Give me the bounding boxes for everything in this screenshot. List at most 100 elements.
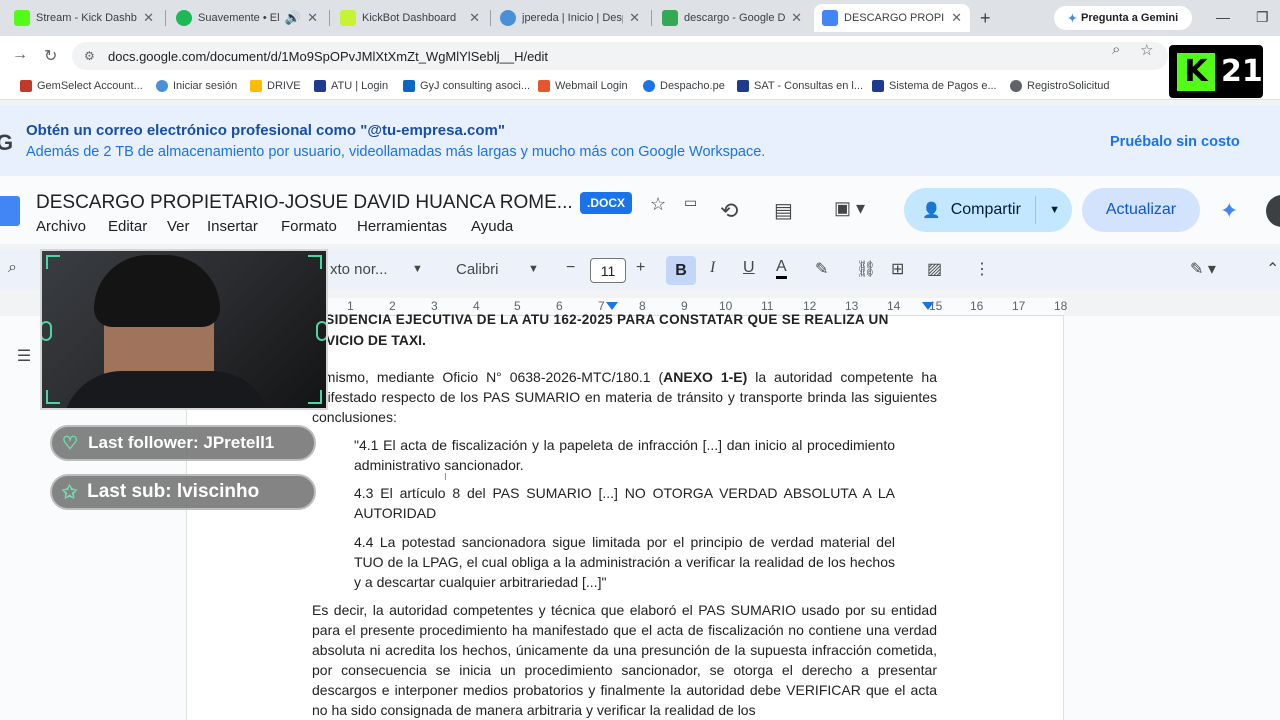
update-button[interactable]: Actualizar (1082, 188, 1200, 232)
browser-tab-spotify[interactable]: Suavemente • Elv 🔊 ✕ (168, 4, 326, 32)
address-bar-row: → ↻ ⚙ docs.google.com/document/d/1Mo9SpO… (0, 36, 1280, 76)
menu-archivo[interactable]: Archivo (36, 218, 86, 235)
menu-insertar[interactable]: Insertar (207, 218, 258, 235)
linkedin-icon (403, 80, 415, 92)
drive-icon (250, 80, 262, 92)
menu-ayuda[interactable]: Ayuda (471, 218, 513, 235)
close-icon[interactable]: ✕ (469, 10, 480, 26)
paragraph-style-select[interactable]: xto nor... (330, 261, 388, 278)
reload-icon[interactable]: ↻ (44, 46, 57, 66)
menu-formato[interactable]: Formato (281, 218, 337, 235)
increase-font-size-icon[interactable]: + (636, 259, 645, 277)
gemini-star-icon: ✦ (1067, 12, 1077, 25)
menu-herramientas[interactable]: Herramientas (357, 218, 447, 235)
close-icon[interactable]: ✕ (143, 10, 154, 26)
bookmark-item[interactable]: Iniciar sesión (156, 80, 237, 92)
close-icon[interactable]: ✕ (951, 10, 962, 26)
bookmark-favicon-icon (314, 80, 326, 92)
menu-editar[interactable]: Editar (108, 218, 147, 235)
text-color-button[interactable]: A (776, 258, 787, 279)
webcam-overlay (40, 249, 328, 410)
more-options-icon[interactable]: ⋮ (974, 259, 990, 279)
speaker-icon: 🔊 (284, 10, 302, 25)
last-follower-pill: ♡ Last follower: JPretell1 (50, 425, 316, 461)
kick-badge-overlay: K 21 (1169, 45, 1263, 98)
browser-tab-strip: Stream - Kick Dashbo ✕ Suavemente • Elv … (0, 0, 1280, 36)
right-indent-marker[interactable] (922, 302, 934, 310)
docs-header: DESCARGO PROPIETARIO-JOSUE DAVID HUANCA … (0, 176, 1280, 244)
star-icon: ✩ (62, 481, 78, 502)
restore-window-icon[interactable]: ❐ (1256, 9, 1269, 26)
chevron-down-icon[interactable]: ▼ (528, 263, 539, 275)
search-icon[interactable]: ⌕ (8, 259, 17, 277)
edit-mode-pencil-icon[interactable]: ✎ ▾ (1190, 259, 1216, 279)
kick-logo-icon: K (1177, 52, 1215, 91)
try-free-link[interactable]: Pruébalo sin costo (1110, 134, 1240, 150)
docs-icon (822, 10, 838, 26)
bookmark-favicon-icon (156, 80, 168, 92)
font-size-input[interactable]: 11 (590, 258, 626, 283)
browser-tab-jpereda[interactable]: jpereda | Inicio | Desp ✕ (492, 4, 648, 32)
bookmark-favicon-icon (643, 80, 655, 92)
bookmark-item[interactable]: SAT - Consultas en l... (737, 80, 863, 92)
version-history-icon[interactable]: ⟲ (720, 198, 738, 224)
browser-tab-kickbot[interactable]: KickBot Dashboard ✕ (332, 4, 488, 32)
bookmark-favicon-icon (538, 80, 550, 92)
forward-arrow-icon[interactable]: → (12, 46, 28, 64)
doc-paragraph-2: Es decir, la autoridad competentes y téc… (312, 602, 937, 718)
decrease-font-size-icon[interactable]: − (566, 259, 575, 277)
bookmark-item[interactable]: ATU | Login (314, 80, 388, 92)
bookmark-item[interactable]: Webmail Login (538, 80, 628, 92)
menu-ver[interactable]: Ver (167, 218, 190, 235)
minimize-window-icon[interactable]: — (1216, 9, 1230, 25)
bookmark-star-icon[interactable]: ☆ (1140, 41, 1153, 59)
meet-video-icon[interactable]: ▣ ▾ (834, 198, 865, 219)
gemini-star-icon[interactable]: ✦ (1220, 198, 1238, 224)
comments-icon[interactable]: ▤ (774, 198, 793, 223)
bookmark-item[interactable]: Despacho.pe (643, 80, 725, 92)
promo-title: Obtén un correo electrónico profesional … (26, 122, 505, 139)
bookmark-item[interactable]: GemSelect Account... (20, 80, 143, 92)
move-folder-icon[interactable]: ▭ (684, 194, 697, 211)
browser-tab-docs-active[interactable]: DESCARGO PROPIET ✕ (814, 4, 970, 32)
bookmark-item[interactable]: GyJ consulting asoci... (403, 80, 530, 92)
site-info-icon[interactable]: ⚙ (84, 49, 95, 63)
indent-marker[interactable] (606, 302, 618, 310)
close-icon[interactable]: ✕ (791, 10, 802, 26)
url-omnibox[interactable]: ⚙ docs.google.com/document/d/1Mo9SpOPvJM… (72, 42, 1168, 70)
browser-tab-kick-dashboard[interactable]: Stream - Kick Dashbo ✕ (6, 4, 162, 32)
doc-quote-4-3: 4.3 El artículo 8 del PAS SUMARIO [...] … (354, 485, 895, 521)
bold-button[interactable]: B (666, 256, 696, 285)
collapse-toolbar-icon[interactable]: ⌃ (1266, 259, 1279, 279)
italic-button[interactable]: I (710, 259, 715, 277)
text-cursor-icon: I (444, 472, 447, 483)
browser-tab-drive[interactable]: descargo - Google D ✕ (654, 4, 810, 32)
add-comment-icon[interactable]: ⊞ (891, 259, 904, 279)
font-family-select[interactable]: Calibri (456, 261, 499, 278)
star-icon[interactable]: ☆ (650, 194, 666, 215)
highlight-pen-icon[interactable]: ✎ (815, 259, 828, 279)
bookmark-item[interactable]: DRIVE (250, 80, 301, 92)
insert-image-icon[interactable]: ▨ (927, 259, 942, 279)
avatar[interactable] (1266, 195, 1280, 227)
bookmark-favicon-icon (20, 80, 32, 92)
docs-logo-icon[interactable] (0, 196, 20, 226)
heart-icon: ♡ (62, 432, 79, 453)
drive-icon (662, 10, 678, 26)
bookmark-item[interactable]: RegistroSolicitud (1010, 80, 1110, 92)
document-title[interactable]: DESCARGO PROPIETARIO-JOSUE DAVID HUANCA … (36, 192, 573, 214)
ask-gemini-button[interactable]: ✦ Pregunta a Gemini (1054, 6, 1192, 30)
bookmark-favicon-icon (737, 80, 749, 92)
chevron-down-icon[interactable]: ▼ (412, 263, 423, 275)
underline-button[interactable]: U (743, 259, 755, 277)
zoom-icon[interactable]: ⌕ (1112, 41, 1120, 58)
bookmark-favicon-icon (872, 80, 884, 92)
share-button[interactable]: 👤 Compartir ▼ (904, 188, 1072, 232)
bookmark-item[interactable]: Sistema de Pagos e... (872, 80, 997, 92)
chevron-down-icon[interactable]: ▼ (1049, 204, 1060, 216)
close-icon[interactable]: ✕ (307, 10, 318, 26)
document-outline-icon[interactable]: ☰ (10, 346, 38, 370)
close-icon[interactable]: ✕ (629, 10, 640, 26)
link-icon[interactable]: ⛓ (856, 259, 876, 279)
new-tab-button[interactable]: + (980, 8, 991, 29)
